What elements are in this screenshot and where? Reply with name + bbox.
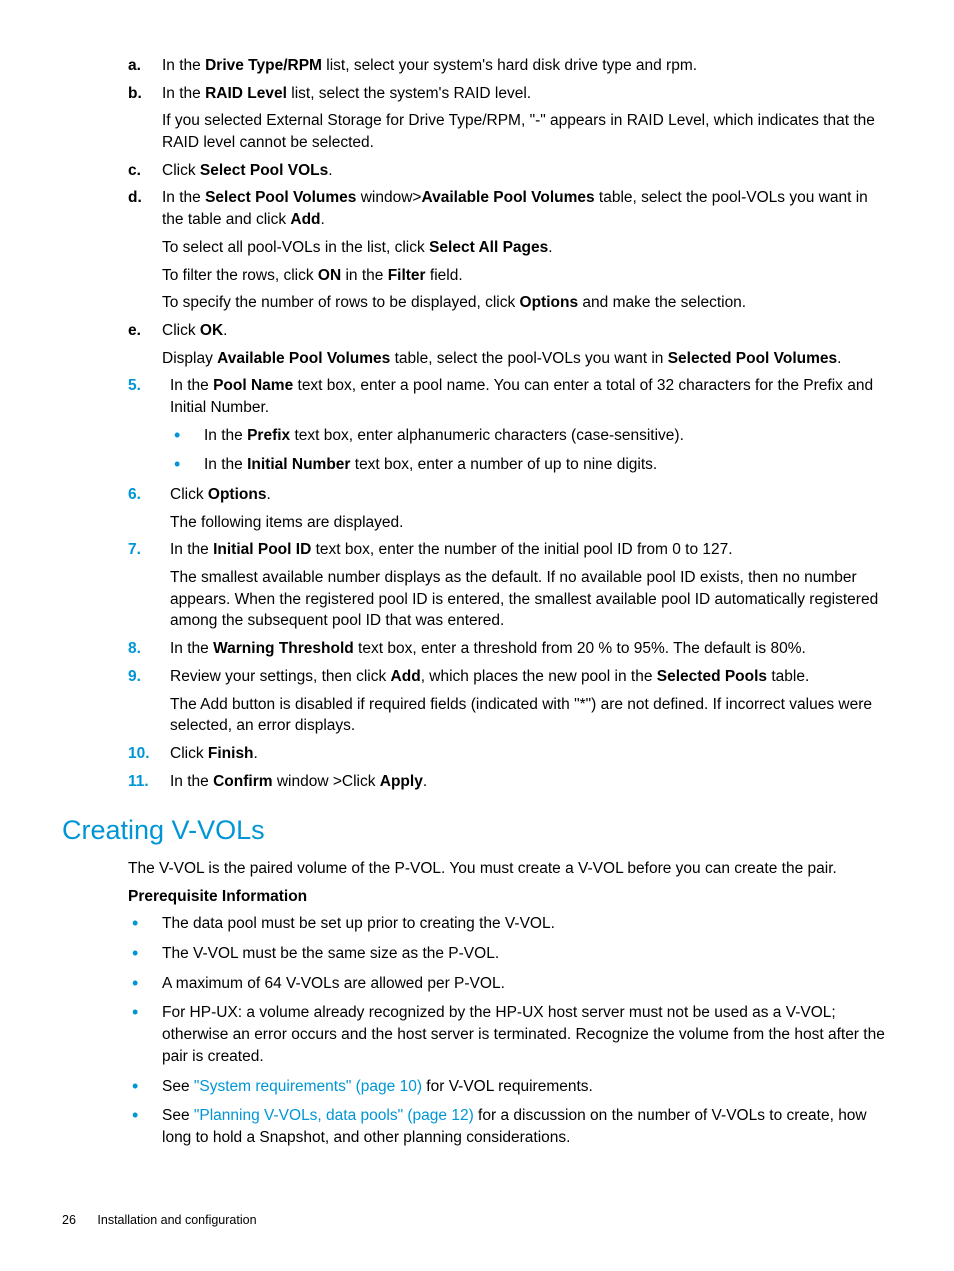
step-9: 9. Review your settings, then click Add,… [128,666,892,737]
marker: d. [128,187,142,209]
step-6: 6. Click Options. The following items ar… [128,484,892,533]
marker: a. [128,55,141,77]
step-e-p1: Display Available Pool Volumes table, se… [162,348,892,370]
bullet: A maximum of 64 V-VOLs are allowed per P… [128,973,892,995]
step-10: 10. Click Finish. [128,743,892,765]
text: In the Select Pool Volumes window>Availa… [162,189,868,228]
step-d-p2: To filter the rows, click ON in the Filt… [162,265,892,287]
marker: c. [128,160,141,182]
text: In the Confirm window >Click Apply. [170,773,427,790]
text: In the Drive Type/RPM list, select your … [162,57,697,74]
text: In the RAID Level list, select the syste… [162,85,531,102]
step-9-p1: The Add button is disabled if required f… [170,694,892,737]
alpha-list: a. In the Drive Type/RPM list, select yo… [128,55,892,369]
footer-title: Installation and configuration [97,1213,256,1227]
marker: 6. [128,484,141,506]
bullet: The data pool must be set up prior to cr… [128,913,892,935]
prereq-bullets: The data pool must be set up prior to cr… [128,913,892,1148]
step-a: a. In the Drive Type/RPM list, select yo… [128,55,892,77]
marker: 5. [128,375,141,397]
step-6-p1: The following items are displayed. [170,512,892,534]
bullet: See "Planning V-VOLs, data pools" (page … [128,1105,892,1148]
step-d: d. In the Select Pool Volumes window>Ava… [128,187,892,313]
marker: 8. [128,638,141,660]
link-planning-vvols[interactable]: "Planning V-VOLs, data pools" (page 12) [194,1107,474,1124]
step-7-p1: The smallest available number displays a… [170,567,892,632]
section-body: The V-VOL is the paired volume of the P-… [62,858,892,1149]
step-c: c. Click Select Pool VOLs. [128,160,892,182]
bullet: For HP-UX: a volume already recognized b… [128,1002,892,1067]
alpha-list-container: a. In the Drive Type/RPM list, select yo… [62,55,892,369]
link-system-requirements[interactable]: "System requirements" (page 10) [194,1078,422,1095]
step-5: 5. In the Pool Name text box, enter a po… [128,375,892,476]
step-d-p3: To specify the number of rows to be disp… [162,292,892,314]
text: Click Select Pool VOLs. [162,162,333,179]
bullet: In the Prefix text box, enter alphanumer… [170,425,892,447]
marker: 10. [128,743,150,765]
numbered-list: 5. In the Pool Name text box, enter a po… [62,375,892,792]
marker: b. [128,83,142,105]
page-footer: 26 Installation and configuration [62,1212,257,1230]
text: In the Initial Pool ID text box, enter t… [170,541,733,558]
text: Click Finish. [170,745,258,762]
marker: e. [128,320,141,342]
step-b: b. In the RAID Level list, select the sy… [128,83,892,154]
text: In the Pool Name text box, enter a pool … [170,377,873,416]
bullet: In the Initial Number text box, enter a … [170,454,892,476]
step-7: 7. In the Initial Pool ID text box, ente… [128,539,892,632]
section-heading-creating-vvols: Creating V-VOLs [62,812,892,850]
bullet: See "System requirements" (page 10) for … [128,1076,892,1098]
marker: 9. [128,666,141,688]
step-8: 8. In the Warning Threshold text box, en… [128,638,892,660]
text: Click OK. [162,322,227,339]
marker: 11. [128,771,149,793]
text: Click Options. [170,486,271,503]
step-e: e. Click OK. Display Available Pool Volu… [128,320,892,369]
prereq-heading: Prerequisite Information [128,886,892,908]
text: In the Warning Threshold text box, enter… [170,640,806,657]
step-d-p1: To select all pool-VOLs in the list, cli… [162,237,892,259]
text: Review your settings, then click Add, wh… [170,668,809,685]
marker: 7. [128,539,141,561]
step-11: 11. In the Confirm window >Click Apply. [128,771,892,793]
bullet: The V-VOL must be the same size as the P… [128,943,892,965]
step-5-bullets: In the Prefix text box, enter alphanumer… [170,425,892,476]
step-b-note: If you selected External Storage for Dri… [162,110,892,153]
section-intro: The V-VOL is the paired volume of the P-… [128,858,892,880]
page-number: 26 [62,1212,76,1230]
